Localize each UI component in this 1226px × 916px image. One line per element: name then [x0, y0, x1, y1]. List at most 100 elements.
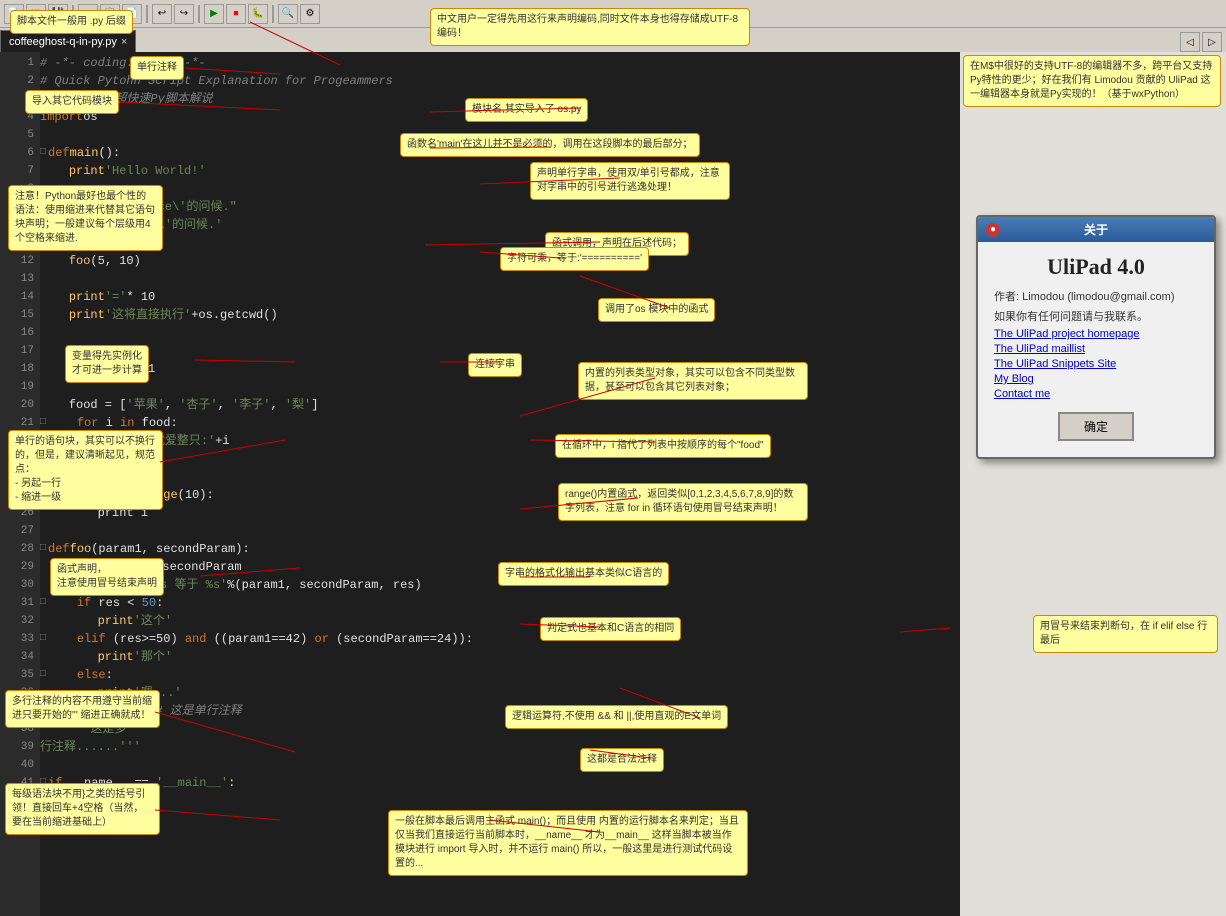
annotation-for-i: 在循环中，i 指代了列表中按顺序的每个"food" [555, 434, 771, 458]
code-line-31: □ if res < 50: [40, 594, 960, 612]
code-line-41: □if __name__ == '__main__': [40, 774, 960, 792]
tab-nav: ◁ ▷ [1180, 32, 1226, 52]
annotation-single-block: 单行的语句块，其实可以不换行的，但是，建议清晰起见，规范点：- 另起一行- 缩进… [8, 430, 163, 510]
line-num-32: 32 [0, 612, 40, 630]
annotation-concat: 连接字串 [468, 353, 522, 377]
code-line-19 [40, 378, 960, 396]
code-line-15: print '这将直接执行'+os.getcwd() [40, 306, 960, 324]
annotation-import: 导入其它代码模块 [25, 90, 119, 114]
line-num-17: 17 [0, 342, 40, 360]
line-num-2: 2 [0, 72, 40, 90]
line-num-5: 5 [0, 126, 40, 144]
sep4 [272, 5, 274, 23]
annotation-indent: 注意！Python最好也最个性的语法：使用缩进来代替其它语句块声明；一般建议每个… [8, 185, 163, 251]
line-num-20: 20 [0, 396, 40, 414]
sep2 [146, 5, 148, 23]
annotation-variable: 变量得先实例化才可进一步计算 [65, 345, 149, 383]
dialog-body: UliPad 4.0 作者: Limodou (limodou@gmail.co… [978, 242, 1214, 457]
line-num-16: 16 [0, 324, 40, 342]
dialog-link-contact[interactable]: Contact me [994, 388, 1198, 400]
annotation-no-braces: 每级语法块不用}之类的括号引领！直接回车+4空格（当然，要在当前缩进基础上） [5, 783, 160, 835]
annotation-range: range()内置函式，返回类似[0,1,2,3,4,5,6,7,8,9]的数字… [558, 483, 808, 521]
tab-scroll-right[interactable]: ▷ [1202, 32, 1222, 52]
code-content[interactable]: # -*- coding: utf-8 -*- # Quick Pytohn S… [40, 52, 960, 916]
dialog-app-name: UliPad 4.0 [994, 254, 1198, 280]
right-panel [960, 52, 1226, 916]
toolbar-undo[interactable]: ↩ [152, 4, 172, 24]
line-num-13: 13 [0, 270, 40, 288]
toolbar-debug[interactable]: 🐛 [248, 4, 268, 24]
line-num-30: 30 [0, 576, 40, 594]
toolbar-redo[interactable]: ↪ [174, 4, 194, 24]
sep3 [198, 5, 200, 23]
annotation-top-center: 中文用户一定得先用这行来声明编码,同时文件本身也得存储成UTF-8编码！ [430, 8, 750, 46]
code-line-32: print '这个' [40, 612, 960, 630]
code-line-10: print '这是Bob\'的问候.' [40, 216, 960, 234]
dialog-link-blog[interactable]: My Blog [994, 373, 1198, 385]
about-dialog: ● 关于 UliPad 4.0 作者: Limodou (limodou@gma… [976, 215, 1216, 459]
annotation-if-right: 用冒号来结束判断句，在 if elif else 行最后 [1033, 615, 1218, 653]
dialog-title: 关于 [1084, 221, 1108, 238]
annotation-main-not-required: 函数名'main'在这儿并不是必须的，调用在这段脚本的最后部分； [400, 133, 700, 157]
code-line-38: '''这是多 [40, 720, 960, 738]
annotation-list: 内置的列表类型对象，其实可以包含不同类型数据，甚至可以包含其它列表对象； [578, 362, 808, 400]
annotation-logic-op: 逻辑运算符,不使用 && 和 ||,使用直观的E文单词 [505, 705, 728, 729]
line-num-35: 35 [0, 666, 40, 684]
code-line-33: □ elif (res>=50) and ((param1==42) or (s… [40, 630, 960, 648]
toolbar-search[interactable]: 🔍 [278, 4, 298, 24]
annotation-multiline-comment: 多行注释的内容不用遵守当前缩进只要开始的''' 缩进正确就成！ [5, 690, 160, 728]
annotation-os-module: 调用了os 模块中的函式 [598, 298, 715, 322]
code-line-25: □ for i in range(10): [40, 486, 960, 504]
code-line-23 [40, 450, 960, 468]
code-line-36: print '嗯...' [40, 684, 960, 702]
code-line-37: return res # 这是单行注释 [40, 702, 960, 720]
line-num-40: 40 [0, 756, 40, 774]
code-line-13 [40, 270, 960, 288]
line-num-29: 29 [0, 558, 40, 576]
code-line-35: □ else: [40, 666, 960, 684]
annotation-if-condition: 判定式也基本和C语言的相同 [540, 617, 681, 641]
tab-close-btn[interactable]: × [121, 36, 127, 48]
code-line-40 [40, 756, 960, 774]
dialog-link-homepage[interactable]: The UliPad project homepage [994, 328, 1198, 340]
line-num-33: 33 [0, 630, 40, 648]
line-num-34: 34 [0, 648, 40, 666]
line-num-19: 19 [0, 378, 40, 396]
annotation-def: 函式声明，注意使用冒号结束声明 [50, 558, 164, 596]
dialog-titlebar: ● 关于 [978, 217, 1214, 242]
code-line-39: 行注释......''' [40, 738, 960, 756]
code-line-16 [40, 324, 960, 342]
tab-scroll-left[interactable]: ◁ [1180, 32, 1200, 52]
line-num-28: 28 [0, 540, 40, 558]
toolbar-stop[interactable]: ⏹ [226, 4, 246, 24]
annotation-main-bottom: 一般在脚本最后调用主函式 main()；而且使用 内置的运行脚本名来判定；当且仅… [388, 810, 748, 876]
code-line-9: print "这是Alice\'的问候." [40, 198, 960, 216]
code-line-7: print 'Hello World!' [40, 162, 960, 180]
dialog-close-button[interactable]: ● [986, 223, 1000, 237]
code-line-21: □ for i in food: [40, 414, 960, 432]
line-num-12: 12 [0, 252, 40, 270]
dialog-author: 作者: Limodou (limodou@gmail.com) [994, 288, 1198, 304]
line-num-6: 6 [0, 144, 40, 162]
dialog-contact-prompt: 如果你有任何问题请与我联系。 [994, 308, 1198, 324]
toolbar-run[interactable]: ▶ [204, 4, 224, 24]
annotation-string-multiply: 字符可乘，等于:'==========' [500, 247, 649, 271]
annotation-single-comment: 单行注释 [130, 56, 184, 80]
annotation-module-name: 模块名,其实导入了 os.py [465, 98, 588, 122]
annotation-format-string: 字串的格式化输出基本类似C语言的 [498, 562, 669, 586]
line-num-15: 15 [0, 306, 40, 324]
line-num-7: 7 [0, 162, 40, 180]
toolbar-settings[interactable]: ⚙ [300, 4, 320, 24]
dialog-link-snippets[interactable]: The UliPad Snippets Site [994, 358, 1198, 370]
annotation-string-declare: 声明单行字串，使用双/单引号都成，注意对字串中的引号进行逃逸处理！ [530, 162, 730, 200]
dialog-link-maillist[interactable]: The UliPad maillist [994, 343, 1198, 355]
tab-filename: coffeeghost-q-in-py.py [9, 36, 117, 48]
annotation-top-right: 在M$中很好的支持UTF-8的编辑器不多，跨平台又支持Py特性的更少；好在我们有… [963, 55, 1221, 107]
code-line-26: print i [40, 504, 960, 522]
code-line-14: print '=' * 10 [40, 288, 960, 306]
line-num-31: 31 [0, 594, 40, 612]
code-line-24: print '数到10' [40, 468, 960, 486]
line-num-39: 39 [0, 738, 40, 756]
dialog-ok-button[interactable]: 确定 [1058, 412, 1134, 441]
code-line-28: □def foo(param1, secondParam): [40, 540, 960, 558]
